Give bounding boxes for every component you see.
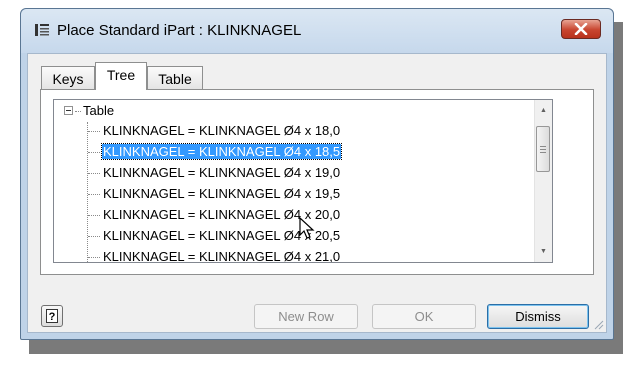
tree-root-node[interactable]: Table: [64, 102, 114, 120]
tree-connector: [88, 256, 100, 259]
mouse-pointer-icon: [299, 217, 315, 239]
vertical-scrollbar[interactable]: ▲ ▼: [534, 100, 552, 262]
close-icon: [574, 23, 588, 35]
tree-item[interactable]: KLINKNAGEL = KLINKNAGEL Ø4 x 18,0: [88, 121, 341, 141]
help-icon: ?: [46, 309, 58, 323]
tree-item-selected[interactable]: KLINKNAGEL = KLINKNAGEL Ø4 x 18,5: [88, 142, 343, 162]
grip-line: [540, 152, 546, 153]
tree-item-label: KLINKNAGEL = KLINKNAGEL Ø4 x 18,5: [100, 143, 343, 160]
tree-item-label: KLINKNAGEL = KLINKNAGEL Ø4 x 21,0: [103, 249, 341, 263]
tree-item[interactable]: KLINKNAGEL = KLINKNAGEL Ø4 x 19,5: [88, 184, 341, 204]
tab-keys[interactable]: Keys: [41, 66, 95, 90]
ok-button[interactable]: OK: [372, 304, 476, 329]
ipart-table-icon: [35, 24, 49, 36]
tree-connector: [88, 130, 100, 133]
tree-item-label: KLINKNAGEL = KLINKNAGEL Ø4 x 19,5: [103, 186, 341, 201]
tree-root-label: Table: [83, 103, 115, 118]
window-title: Place Standard iPart : KLINKNAGEL: [57, 22, 302, 39]
tree-tab-panel: Table KLINKNAGEL = KLINKNAGEL Ø4 x 18,0 …: [40, 89, 594, 275]
tree-connector: [88, 172, 100, 175]
new-row-label: New Row: [278, 309, 334, 324]
tree-connector: [88, 235, 100, 238]
dismiss-label: Dismiss: [515, 309, 561, 324]
dismiss-button[interactable]: Dismiss: [487, 304, 589, 329]
scrollbar-thumb[interactable]: [536, 126, 550, 172]
tree-connector: [75, 110, 81, 113]
tab-keys-label: Keys: [52, 71, 84, 87]
tree-item-label: KLINKNAGEL = KLINKNAGEL Ø4 x 18,0: [103, 123, 341, 138]
tab-table[interactable]: Table: [147, 66, 203, 90]
dialog-window: Place Standard iPart : KLINKNAGEL Keys T…: [20, 8, 614, 340]
tree-item[interactable]: KLINKNAGEL = KLINKNAGEL Ø4 x 21,0: [88, 247, 341, 263]
help-button[interactable]: ?: [41, 305, 63, 327]
grip-line: [540, 146, 546, 147]
close-button[interactable]: [561, 19, 601, 39]
tree-connector: [88, 151, 100, 154]
collapse-icon[interactable]: [64, 106, 73, 116]
tab-tree[interactable]: Tree: [95, 62, 147, 90]
tab-tree-label: Tree: [106, 67, 136, 83]
new-row-button[interactable]: New Row: [254, 304, 358, 329]
scroll-down-arrow-icon[interactable]: ▼: [535, 243, 552, 260]
tree-item-label: KLINKNAGEL = KLINKNAGEL Ø4 x 19,0: [103, 165, 341, 180]
grip-line: [540, 149, 546, 150]
scroll-up-arrow-icon[interactable]: ▲: [535, 102, 552, 119]
title-bar[interactable]: Place Standard iPart : KLINKNAGEL: [21, 9, 613, 53]
tree-item[interactable]: KLINKNAGEL = KLINKNAGEL Ø4 x 19,0: [88, 163, 341, 183]
tree-connector: [88, 193, 100, 196]
dialog-client-area: Keys Tree Table Table KLINKNAGEL = KLINK…: [27, 53, 607, 333]
resize-grip-icon[interactable]: [594, 320, 604, 330]
tree-connector: [88, 214, 100, 217]
ok-label: OK: [414, 309, 434, 324]
tab-table-label: Table: [158, 71, 192, 87]
